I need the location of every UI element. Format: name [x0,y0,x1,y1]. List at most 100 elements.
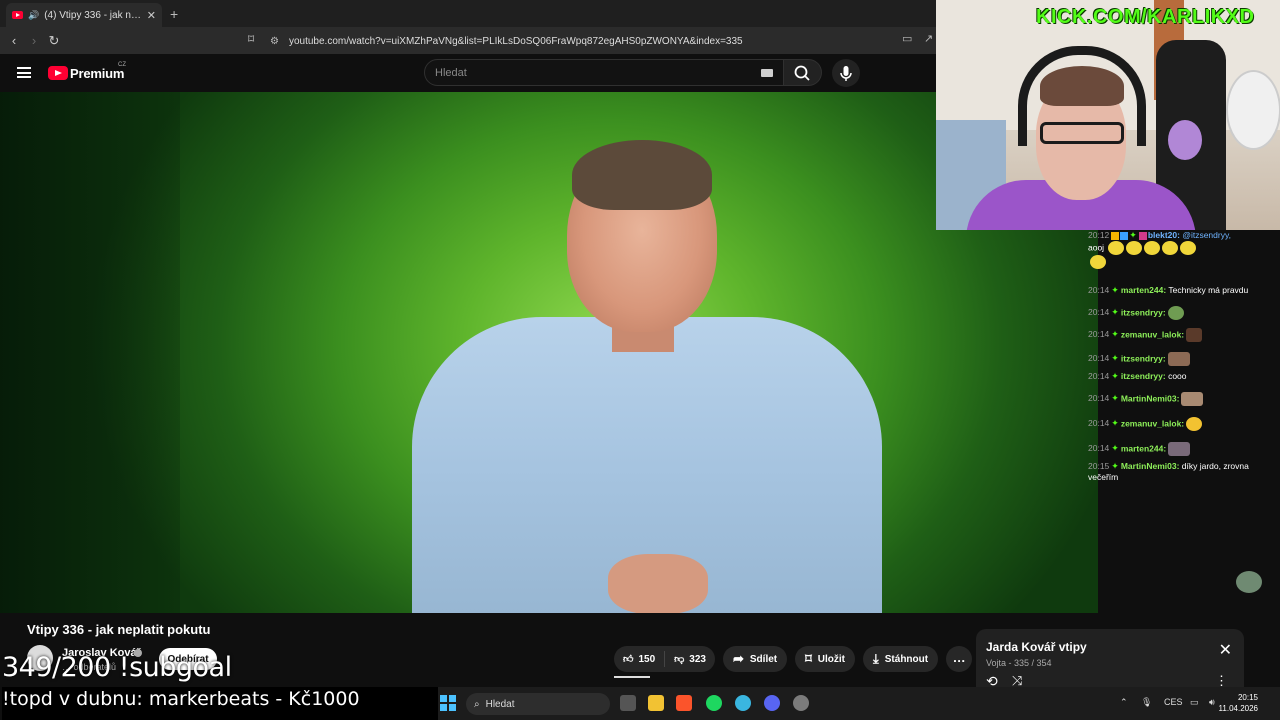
menu-icon[interactable] [17,67,31,78]
gem-icon: ✦ [1111,418,1119,429]
sad-emote-icon [1186,417,1203,431]
browser-tab[interactable]: 🔊 (4) Vtipy 336 - jak neplatit pokutu ✕ [6,3,162,27]
youtube-header: Premium CZ Hledat [0,54,936,92]
chat-user[interactable]: blekt20: [1148,230,1180,240]
gem-icon: ✦ [1111,393,1119,404]
reload-icon[interactable]: ↻ [44,33,64,49]
photo-emote-icon [1168,442,1191,456]
like-dislike-group: 👍︎ 150 👎︎ 323 [614,646,715,672]
video-person-hands [608,554,708,613]
chat-time: 20:14 [1088,443,1110,454]
like-underline [614,676,650,678]
tray-chevron-icon[interactable]: ⌃ [1120,697,1128,708]
address-bar: ‹ › ↻ ⌑ ⚙ youtube.com/watch?v=uiXMZhPaVN… [0,27,936,54]
webcam-fan [1226,70,1280,150]
clock[interactable]: 20:15 11.04.2026 [1219,692,1258,714]
file-explorer-icon[interactable] [648,695,664,711]
gem-icon: ✦ [1111,329,1119,340]
gem-icon: ✦ [1111,285,1119,295]
settings-app-icon[interactable] [793,695,809,711]
gem-icon: ✦ [1129,230,1137,240]
more-actions-button[interactable]: … [946,646,973,672]
chat-user[interactable]: itzsendryy: [1121,371,1166,381]
chat-message: 20:14 ✦ itzsendryy: [1088,352,1278,366]
chat-message: 20:14 ✦ marten244: [1088,442,1278,456]
playlist-title[interactable]: Jarda Kovář vtipy [986,640,1087,654]
keyboard-icon[interactable] [761,69,773,77]
download-icon: ⤓ [873,651,879,666]
cast-icon[interactable]: ▭ [902,32,912,45]
brave-browser-icon[interactable] [676,695,692,711]
voice-search-button[interactable] [832,59,860,87]
network-icon[interactable]: ▭ [1190,697,1199,708]
forward-icon[interactable]: › [24,33,44,48]
share-page-icon[interactable]: ↗ [924,32,933,45]
photo-emote-icon [1167,352,1190,366]
dislike-button[interactable]: 👎︎ 323 [665,646,715,672]
chat-time: 20:14 [1088,418,1110,429]
url-field[interactable]: ⚙ youtube.com/watch?v=uiXMZhPaVNg&list=P… [270,31,920,51]
spotify-icon[interactable] [706,695,722,711]
youtube-logo-icon[interactable] [48,66,68,80]
new-tab-button[interactable]: + [170,6,178,22]
chat-user[interactable]: zemanuv_lalok: [1121,418,1184,428]
language-indicator[interactable]: CES [1164,697,1183,707]
share-label: Sdílet [749,653,778,665]
like-button[interactable]: 👍︎ 150 [614,646,664,672]
chat-message: 20:14 ✦ itzsendryy: [1088,306,1278,320]
chat-time: 20:14 [1088,353,1110,364]
playlist-position: Vojta - 335 / 354 [986,658,1052,668]
bookmark-save-icon: ⌑ [805,651,812,666]
turtle-emote-icon [1167,306,1184,320]
clock-date: 11.04.2026 [1218,704,1258,713]
back-icon[interactable]: ‹ [4,33,24,48]
close-tab-icon[interactable]: ✕ [147,9,156,22]
discord-icon[interactable] [764,695,780,711]
share-button[interactable]: ➦ Sdílet [722,646,788,672]
site-info-icon[interactable]: ⚙ [270,36,279,47]
chat-user[interactable]: marten244: [1121,443,1166,453]
download-button[interactable]: ⤓ Stáhnout [863,646,939,672]
edge-icon[interactable] [735,695,751,711]
youtube-brand[interactable]: Premium [70,66,124,81]
subgoal-text: 349/200 !subgoal [2,652,232,683]
search-icon: ⌕ [474,698,480,710]
chat-time: 20:14 [1088,371,1110,381]
chat-user[interactable]: itzsendryy: [1121,307,1166,317]
tray-mic-icon[interactable]: 🎙︎ [1141,697,1152,708]
chat-user[interactable]: MartinNemi03: [1121,461,1180,471]
download-label: Stáhnout [884,653,929,665]
search-button[interactable] [784,59,822,86]
chat-user[interactable]: MartinNemi03: [1121,393,1180,403]
video-vignette [0,92,180,613]
speaker-icon: 🔊 [28,9,40,20]
emote-icon [1090,255,1106,269]
overlay-emote-icon [1236,571,1262,593]
chat-message: 20:14 ✦ MartinNemi03: [1088,392,1278,406]
stream-screen: 🔊 (4) Vtipy 336 - jak neplatit pokutu ✕ … [0,0,1280,720]
face-emote-icon [1186,328,1203,342]
chat-user[interactable]: marten244: [1121,285,1166,295]
chat-overlay: 20:12 ✦ blekt20: @itzsendryy, aooj 20:14 ✦ m… [1084,228,1280,490]
chat-message: 20:14 ✦ zemanuv_lalok: [1088,417,1278,431]
taskbar-search[interactable]: ⌕ Hledat [466,693,610,715]
gem-icon: ✦ [1111,371,1119,381]
video-player[interactable] [0,92,1098,613]
close-icon[interactable]: ✕ [1219,640,1232,660]
video-title: Vtipy 336 - jak neplatit pokutu [27,622,211,637]
sub-badge-icon [1120,231,1129,240]
search-icon [794,65,810,81]
chat-user[interactable]: itzsendryy: [1121,353,1166,363]
search-input[interactable]: Hledat [424,59,784,86]
youtube-favicon-icon [12,11,23,19]
gem-icon: ✦ [1111,353,1119,364]
bookmark-icon[interactable]: ⌑ [248,32,254,46]
windows-start-icon[interactable] [440,695,456,711]
task-view-icon[interactable] [620,695,636,711]
gem-icon: ✦ [1111,443,1119,454]
chat-message: 20:12 ✦ blekt20: @itzsendryy, aooj [1088,230,1278,269]
chat-user[interactable]: zemanuv_lalok: [1121,329,1184,339]
emote-icon [1144,241,1161,255]
save-button[interactable]: ⌑ Uložit [795,646,856,672]
clock-time: 20:15 [1237,693,1258,702]
